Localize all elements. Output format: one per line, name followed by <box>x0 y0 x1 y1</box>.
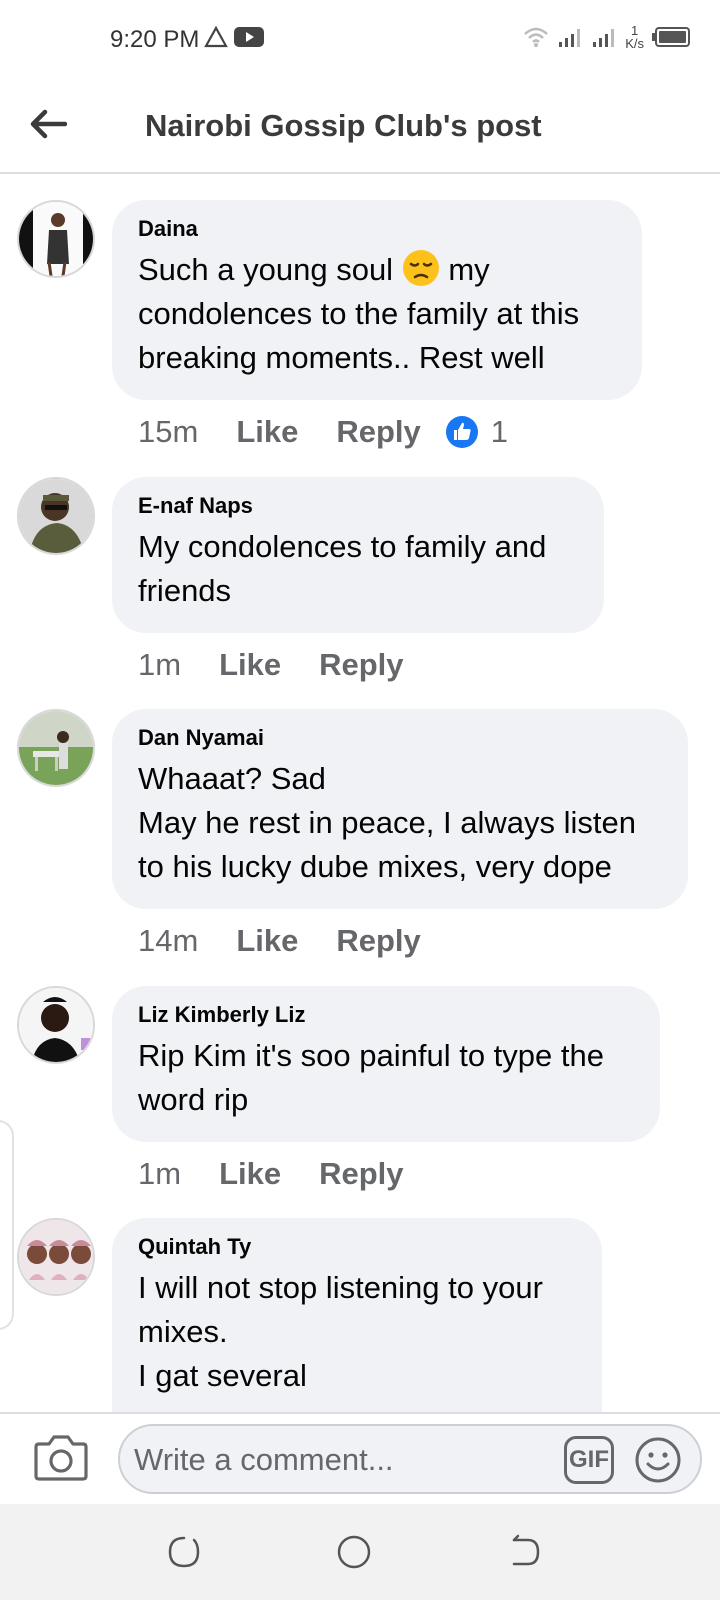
smiley-icon <box>635 1437 681 1483</box>
page-title: Nairobi Gossip Club's post <box>145 108 542 143</box>
recents-icon <box>168 1536 200 1568</box>
comment-actions: 14m Like Reply <box>138 923 421 959</box>
warning-triangle-icon <box>204 26 228 48</box>
reaction-count: 1 <box>490 414 509 449</box>
comment-input[interactable] <box>134 1434 554 1486</box>
wifi-icon <box>524 27 549 47</box>
comment-time: 1m <box>138 1156 182 1191</box>
avatar[interactable] <box>17 1218 95 1296</box>
reply-button[interactable]: Reply <box>319 647 403 683</box>
comment-bubble[interactable]: Quintah Ty I will not stop listening to … <box>112 1218 602 1412</box>
avatar[interactable] <box>17 477 95 555</box>
reply-button[interactable]: Reply <box>336 923 420 959</box>
comment-time: 14m <box>138 923 199 958</box>
back-button[interactable] <box>24 102 72 146</box>
comment-text: Such a young soul my condolences to the … <box>138 248 616 380</box>
comment-actions: 1m Like Reply <box>138 647 404 683</box>
signal-icon <box>559 29 581 47</box>
system-nav-bar <box>0 1504 720 1600</box>
home-circle-icon <box>337 1535 371 1569</box>
like-button[interactable]: Like <box>219 1156 281 1192</box>
comment-time: 15m <box>138 414 199 449</box>
signal-icon-2 <box>593 29 615 47</box>
reply-button[interactable]: Reply <box>319 1156 403 1192</box>
camera-button[interactable] <box>34 1432 88 1482</box>
comment-text: Whaaat? Sad May he rest in peace, I alwa… <box>138 761 636 884</box>
comment-bubble[interactable]: Dan Nyamai Whaaat? Sad May he rest in pe… <box>112 709 688 909</box>
comment-bubble[interactable]: Daina Such a young soul my condolences t… <box>112 200 642 400</box>
side-panel-handle[interactable] <box>0 1120 14 1330</box>
camera-icon <box>34 1435 88 1481</box>
comments-list[interactable]: Daina Such a young soul my condolences t… <box>0 176 720 1412</box>
emoji-button[interactable] <box>634 1436 682 1484</box>
pensive-face-icon <box>402 250 439 286</box>
comment-bubble[interactable]: E-naf Naps My condolences to family and … <box>112 477 604 633</box>
comment-text: I will not stop listening to your mixes.… <box>138 1270 543 1393</box>
gif-button[interactable]: GIF <box>564 1436 614 1484</box>
comment-author[interactable]: Dan Nyamai <box>138 725 662 751</box>
comment-box: GIF <box>118 1424 702 1494</box>
like-button[interactable]: Like <box>236 923 298 959</box>
comment-text: Rip Kim it's soo painful to type the wor… <box>138 1038 604 1117</box>
comment-author[interactable]: Liz Kimberly Liz <box>138 1002 634 1028</box>
comment-author[interactable]: Quintah Ty <box>138 1234 576 1260</box>
like-button[interactable]: Like <box>219 647 281 683</box>
status-time: 9:20 PM <box>110 26 200 53</box>
status-bar: 9:20 PM 1 K/s <box>0 0 720 80</box>
arrow-left-icon <box>30 109 67 139</box>
comment-actions: 1m Like Reply <box>138 1156 404 1192</box>
home-button[interactable] <box>334 1532 374 1572</box>
like-reaction-icon <box>445 416 478 448</box>
network-speed: 1 K/s <box>625 23 644 51</box>
avatar[interactable] <box>17 200 95 278</box>
avatar[interactable] <box>17 986 95 1064</box>
comment-author[interactable]: Daina <box>138 216 616 242</box>
recents-button[interactable] <box>164 1532 204 1572</box>
avatar[interactable] <box>17 709 95 787</box>
comment-actions: 15m Like Reply 1 <box>138 414 508 450</box>
comment-composer: GIF <box>0 1412 720 1504</box>
comment-bubble[interactable]: Liz Kimberly Liz Rip Kim it's soo painfu… <box>112 986 660 1142</box>
comment-time: 1m <box>138 647 182 682</box>
comment-author[interactable]: E-naf Naps <box>138 493 578 519</box>
reply-button[interactable]: Reply <box>336 414 420 450</box>
battery-icon <box>652 27 690 47</box>
comment-text: My condolences to family and friends <box>138 529 547 608</box>
post-header: Nairobi Gossip Club's post <box>0 80 720 174</box>
reaction-summary[interactable]: 1 <box>445 414 508 450</box>
youtube-icon <box>234 27 264 47</box>
like-button[interactable]: Like <box>236 414 298 450</box>
back-nav-icon <box>512 1534 540 1566</box>
back-nav-button[interactable] <box>504 1532 544 1572</box>
